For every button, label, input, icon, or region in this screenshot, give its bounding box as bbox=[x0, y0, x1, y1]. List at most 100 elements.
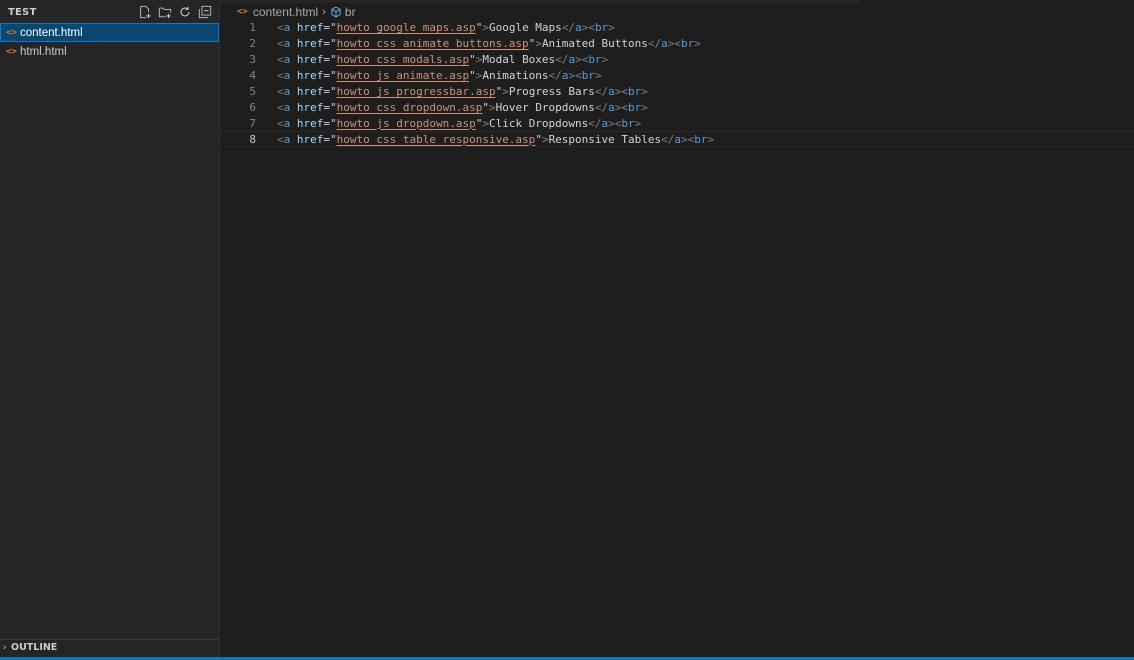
breadcrumb-symbol[interactable]: br bbox=[345, 5, 356, 19]
punctuation: </ bbox=[661, 132, 675, 146]
punctuation: " bbox=[482, 100, 489, 114]
link-text: Responsive Tables bbox=[548, 132, 662, 146]
punctuation: </ bbox=[594, 85, 609, 98]
explorer-actions bbox=[137, 4, 213, 20]
attribute-value: howto_js_progressbar.asp bbox=[336, 85, 496, 98]
punctuation: > bbox=[594, 69, 602, 83]
code-content: <a href="howto_google_maps.asp">Google M… bbox=[277, 21, 615, 34]
collapse-all-button[interactable] bbox=[197, 4, 213, 20]
explorer-sidebar: TEST <> content.html <> html.html › OUTL… bbox=[0, 0, 220, 660]
attribute-name: href bbox=[296, 69, 324, 83]
attribute-name: href bbox=[296, 100, 324, 114]
file-name: html.html bbox=[20, 45, 67, 58]
attribute-value: howto_css_dropdown.asp bbox=[336, 100, 483, 114]
link-text: Progress Bars bbox=[508, 85, 595, 98]
code-line[interactable]: 3 <a href="howto_css_modals.asp">Modal Bo… bbox=[220, 52, 1134, 68]
explorer-title: TEST bbox=[8, 6, 37, 18]
punctuation: </ bbox=[548, 69, 562, 83]
punctuation: </ bbox=[588, 116, 602, 130]
punctuation: " bbox=[330, 85, 337, 98]
outline-section-header[interactable]: › OUTLINE bbox=[0, 639, 219, 655]
breadcrumb: <> content.html › br bbox=[237, 4, 356, 20]
punctuation: > bbox=[681, 132, 688, 146]
new-file-icon bbox=[140, 5, 151, 19]
punctuation: < bbox=[277, 21, 284, 35]
punctuation: > bbox=[694, 37, 701, 51]
file-item-html-html[interactable]: <> html.html bbox=[0, 42, 219, 61]
code-line[interactable]: 8 <a href="howto_css_table_responsive.asp… bbox=[220, 131, 1134, 148]
attribute-value: howto_js_animate.asp bbox=[336, 69, 470, 83]
link-text: Animated Buttons bbox=[541, 37, 648, 51]
punctuation: </ bbox=[561, 21, 576, 35]
file-item-content-html[interactable]: <> content.html bbox=[0, 23, 219, 42]
line-number: 6 bbox=[249, 100, 256, 114]
code-line[interactable]: 7 <a href="howto_js_dropdown.asp">Click D… bbox=[220, 115, 1134, 131]
punctuation: > bbox=[608, 21, 615, 35]
punctuation: = bbox=[323, 116, 330, 130]
new-file-button[interactable] bbox=[137, 4, 153, 20]
code-line[interactable]: 2 <a href="howto_css_animate_buttons.asp"… bbox=[220, 36, 1134, 52]
punctuation: " bbox=[330, 21, 337, 35]
outline-label: OUTLINE bbox=[11, 642, 58, 653]
code-editor[interactable]: 1 <a href="howto_google_maps.asp">Google … bbox=[220, 20, 1134, 148]
link-text: Hover Dropdowns bbox=[495, 100, 595, 114]
link-text: Animations bbox=[482, 69, 549, 83]
attribute-name: href bbox=[296, 53, 324, 67]
punctuation: < bbox=[277, 53, 284, 67]
punctuation: " bbox=[330, 69, 337, 83]
explorer-header: TEST bbox=[0, 1, 219, 23]
punctuation: > bbox=[634, 116, 642, 130]
punctuation: = bbox=[323, 85, 330, 98]
punctuation: = bbox=[323, 100, 330, 114]
tag-name: br bbox=[621, 116, 635, 130]
code-content: <a href="howto_js_animate.asp">Animation… bbox=[277, 69, 602, 82]
punctuation: > bbox=[488, 100, 496, 114]
code-content: <a href="howto_js_progressbar.asp">Progr… bbox=[277, 85, 648, 98]
punctuation: > bbox=[502, 85, 509, 98]
punctuation: > bbox=[541, 132, 549, 146]
punctuation: < bbox=[277, 69, 284, 83]
code-line[interactable]: 4 <a href="howto_js_animate.asp">Animatio… bbox=[220, 68, 1134, 84]
punctuation: < bbox=[588, 21, 595, 35]
line-number: 5 bbox=[249, 85, 256, 98]
punctuation: < bbox=[277, 132, 284, 146]
punctuation: < bbox=[277, 85, 284, 98]
punctuation: < bbox=[277, 100, 284, 114]
punctuation: </ bbox=[647, 37, 662, 51]
punctuation: = bbox=[323, 69, 330, 83]
punctuation: " bbox=[330, 53, 337, 67]
attribute-name: href bbox=[296, 116, 324, 130]
tag-name: a bbox=[608, 85, 615, 98]
breadcrumb-file[interactable]: content.html bbox=[253, 5, 318, 19]
attribute-name: href bbox=[296, 21, 324, 35]
line-number: 4 bbox=[249, 69, 256, 83]
punctuation: > bbox=[707, 132, 715, 146]
code-line[interactable]: 1 <a href="howto_google_maps.asp">Google … bbox=[220, 20, 1134, 36]
link-text: Google Maps bbox=[488, 21, 562, 35]
attribute-value: howto_google_maps.asp bbox=[336, 21, 476, 35]
code-line[interactable]: 6 <a href="howto_css_dropdown.asp">Hover … bbox=[220, 99, 1134, 115]
attribute-name: href bbox=[296, 37, 324, 51]
tag-name: br bbox=[628, 100, 642, 114]
code-content: <a href="howto_css_table_responsive.asp"… bbox=[277, 133, 714, 146]
punctuation: " bbox=[330, 116, 337, 130]
punctuation: " bbox=[330, 37, 337, 51]
punctuation: > bbox=[601, 53, 609, 67]
new-folder-button[interactable] bbox=[157, 4, 173, 20]
file-name: content.html bbox=[20, 26, 83, 39]
html-file-icon: <> bbox=[6, 46, 17, 57]
tag-name: br bbox=[681, 37, 695, 51]
punctuation: > bbox=[535, 37, 542, 51]
refresh-button[interactable] bbox=[177, 4, 193, 20]
chevron-right-icon: › bbox=[322, 6, 326, 18]
punctuation: " bbox=[330, 132, 337, 146]
tag-name: br bbox=[694, 132, 708, 146]
refresh-icon bbox=[180, 6, 190, 17]
punctuation: = bbox=[323, 132, 330, 146]
code-line[interactable]: 5 <a href="howto_js_progressbar.asp">Prog… bbox=[220, 84, 1134, 100]
